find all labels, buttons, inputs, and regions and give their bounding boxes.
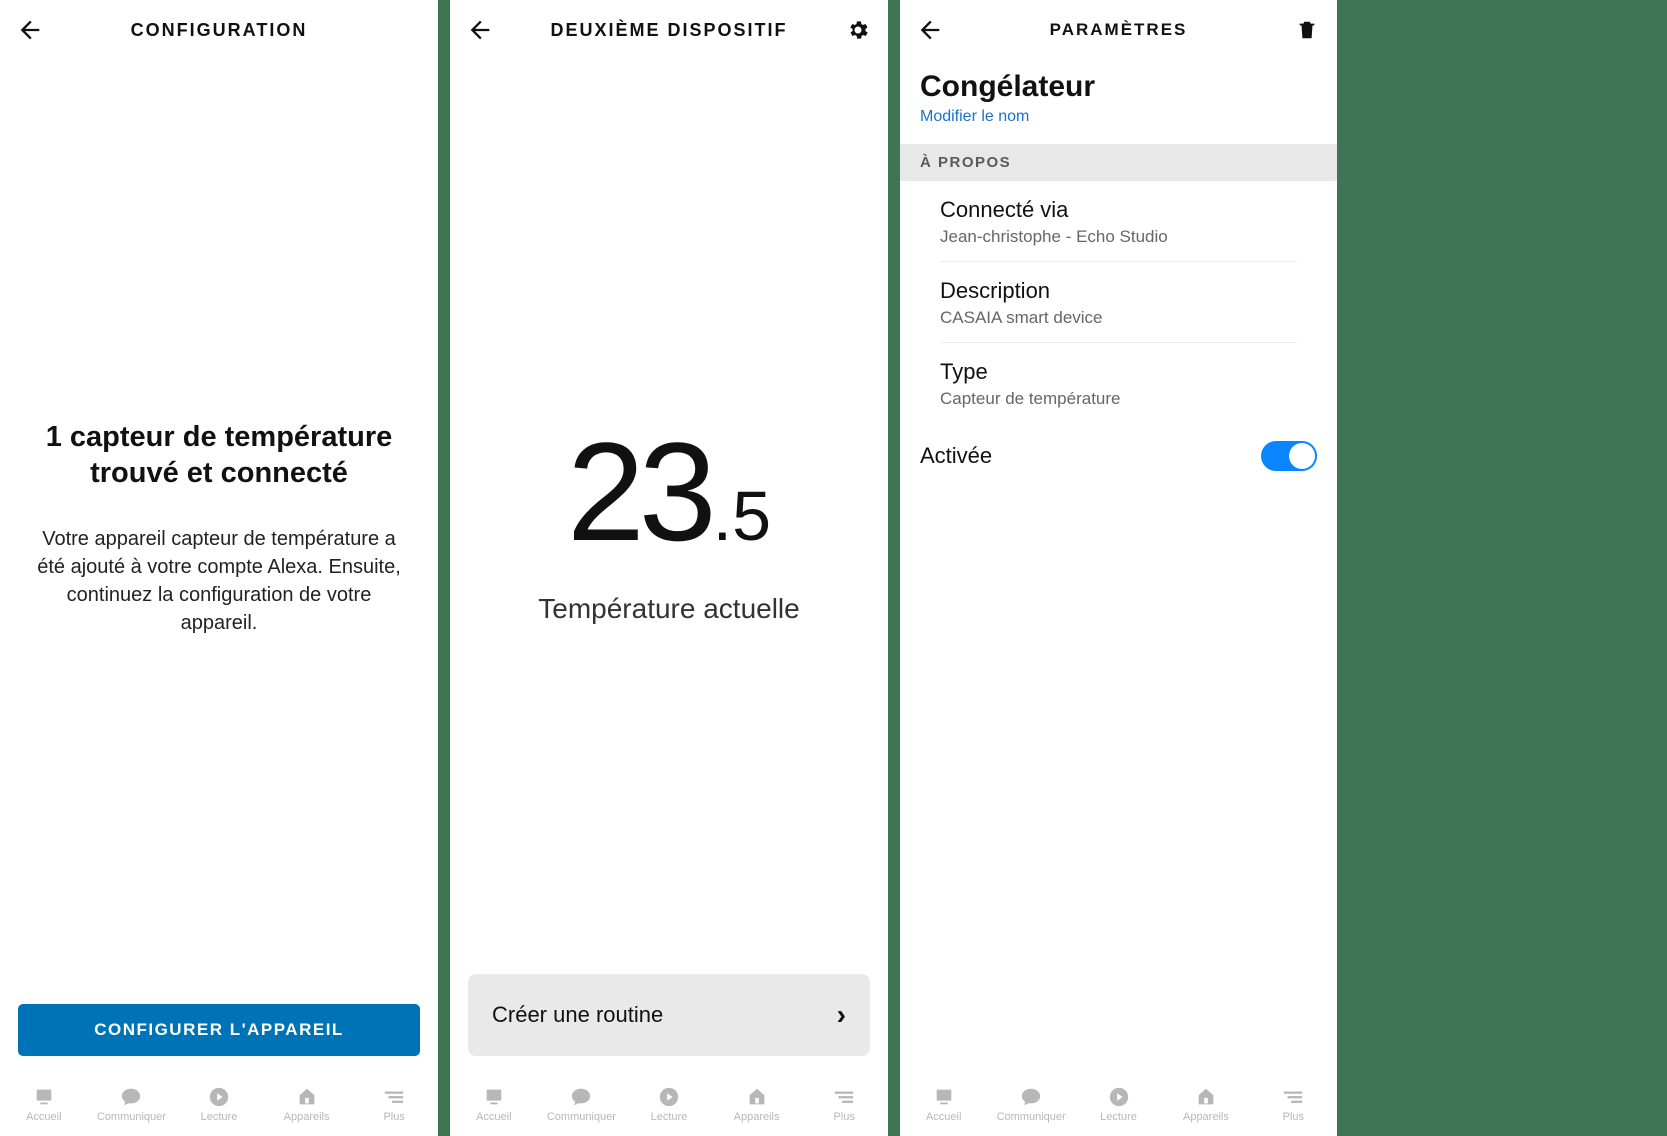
row-enabled: Activée	[900, 423, 1337, 489]
header: CONFIGURATION	[0, 0, 438, 60]
create-routine-button[interactable]: Créer une routine ›	[468, 974, 870, 1056]
nav-devices-label: Appareils	[284, 1111, 330, 1123]
bottom-nav: Accueil Communiquer Lecture Appareils Pl…	[0, 1072, 438, 1136]
header: DEUXIÈME DISPOSITIF	[450, 0, 888, 60]
setup-heading: 1 capteur de température trouvé et conne…	[28, 419, 410, 492]
bottom-nav: Accueil Communiquer Lecture Appareils Pl…	[450, 1072, 888, 1136]
nav-devices[interactable]: Appareils	[263, 1086, 351, 1123]
toggle-knob	[1289, 443, 1315, 469]
nav-play[interactable]: Lecture	[175, 1086, 263, 1123]
nav-play-label: Lecture	[651, 1111, 688, 1123]
screen-settings: PARAMÈTRES Congélateur Modifier le nom À…	[900, 0, 1337, 1136]
page-title: CONFIGURATION	[44, 20, 394, 41]
nav-devices[interactable]: Appareils	[713, 1086, 801, 1123]
configure-device-button[interactable]: CONFIGURER L'APPAREIL	[18, 1004, 420, 1056]
header-spacer	[394, 16, 422, 44]
temperature-integer: 23	[567, 411, 711, 573]
nav-play-label: Lecture	[201, 1111, 238, 1123]
nav-devices-label: Appareils	[734, 1111, 780, 1123]
nav-home-label: Accueil	[926, 1111, 961, 1123]
nav-devices-label: Appareils	[1183, 1111, 1229, 1123]
chevron-right-icon: ›	[837, 999, 846, 1031]
edit-name-link[interactable]: Modifier le nom	[900, 104, 1049, 144]
temperature-label: Température actuelle	[538, 593, 799, 625]
nav-more[interactable]: Plus	[350, 1086, 438, 1123]
enabled-toggle[interactable]	[1261, 441, 1317, 471]
temperature-decimal: .5	[713, 476, 771, 556]
back-button[interactable]	[466, 16, 494, 44]
nav-home[interactable]: Accueil	[900, 1086, 987, 1123]
section-about-header: À PROPOS	[900, 144, 1337, 181]
enabled-label: Activée	[920, 443, 992, 469]
temperature-reading: 23 .5	[567, 411, 771, 573]
setup-description: Votre appareil capteur de température a …	[28, 525, 410, 637]
nav-more-label: Plus	[383, 1111, 404, 1123]
nav-communicate-label: Communiquer	[547, 1111, 616, 1123]
nav-more-label: Plus	[833, 1111, 854, 1123]
nav-home[interactable]: Accueil	[0, 1086, 88, 1123]
back-button[interactable]	[16, 16, 44, 44]
nav-play[interactable]: Lecture	[625, 1086, 713, 1123]
page-title: DEUXIÈME DISPOSITIF	[494, 20, 844, 41]
device-name-heading: Congélateur	[900, 70, 1337, 104]
delete-button[interactable]	[1293, 16, 1321, 44]
nav-home[interactable]: Accueil	[450, 1086, 538, 1123]
type-value: Capteur de température	[940, 389, 1297, 409]
nav-more[interactable]: Plus	[1250, 1086, 1337, 1123]
type-label: Type	[940, 359, 1297, 385]
screen-configuration: CONFIGURATION 1 capteur de température t…	[0, 0, 438, 1136]
page-title: PARAMÈTRES	[944, 20, 1293, 40]
nav-home-label: Accueil	[26, 1111, 61, 1123]
header: PARAMÈTRES	[900, 0, 1337, 60]
nav-play-label: Lecture	[1100, 1111, 1137, 1123]
nav-home-label: Accueil	[476, 1111, 511, 1123]
nav-communicate[interactable]: Communiquer	[987, 1086, 1074, 1123]
row-type: Type Capteur de température	[940, 343, 1297, 423]
nav-communicate[interactable]: Communiquer	[538, 1086, 626, 1123]
nav-play[interactable]: Lecture	[1075, 1086, 1162, 1123]
create-routine-label: Créer une routine	[492, 1002, 663, 1028]
nav-devices[interactable]: Appareils	[1162, 1086, 1249, 1123]
description-label: Description	[940, 278, 1297, 304]
row-description: Description CASAIA smart device	[940, 262, 1297, 343]
nav-more-label: Plus	[1283, 1111, 1304, 1123]
nav-communicate-label: Communiquer	[997, 1111, 1066, 1123]
back-button[interactable]	[916, 16, 944, 44]
connected-via-label: Connecté via	[940, 197, 1297, 223]
row-connected-via: Connecté via Jean-christophe - Echo Stud…	[940, 181, 1297, 262]
bottom-nav: Accueil Communiquer Lecture Appareils Pl…	[900, 1072, 1337, 1136]
connected-via-value: Jean-christophe - Echo Studio	[940, 227, 1297, 247]
nav-communicate[interactable]: Communiquer	[88, 1086, 176, 1123]
screen-device-detail: DEUXIÈME DISPOSITIF 23 .5 Température ac…	[450, 0, 888, 1136]
nav-communicate-label: Communiquer	[97, 1111, 166, 1123]
nav-more[interactable]: Plus	[800, 1086, 888, 1123]
description-value: CASAIA smart device	[940, 308, 1297, 328]
settings-button[interactable]	[844, 16, 872, 44]
